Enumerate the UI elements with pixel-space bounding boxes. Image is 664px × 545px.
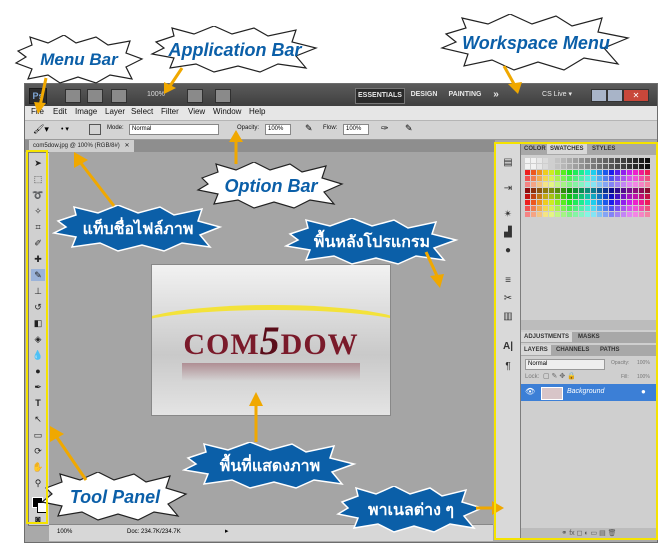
- menu-help[interactable]: Help: [249, 107, 265, 116]
- flow-field[interactable]: 100%: [343, 124, 369, 135]
- callout-workspace-menu: Workspace Menu: [440, 14, 632, 72]
- document-logo: COM5DOW: [152, 317, 390, 364]
- pressure-opacity-icon[interactable]: ✎: [305, 123, 313, 134]
- menu-layer[interactable]: Layer: [105, 107, 125, 116]
- arrow-tool-panel: [50, 426, 88, 481]
- close-button[interactable]: ✕: [623, 89, 649, 102]
- pressure-size-icon[interactable]: ✎: [405, 123, 413, 134]
- launch-bridge-icon[interactable]: [65, 89, 81, 103]
- callout-file-tab: แท็บชื่อไฟล์ภาพ: [52, 205, 224, 253]
- document-tab-label: com5dow.jpg @ 100% (RGB/8#): [33, 143, 120, 149]
- arrow-file-tab: [74, 152, 116, 207]
- callout-option-bar-text: Option Bar: [224, 175, 318, 196]
- arrow-display-area: [249, 392, 263, 442]
- logo-reflection: [182, 363, 360, 381]
- status-menu-icon[interactable]: ▸: [225, 527, 229, 535]
- menu-window[interactable]: Window: [213, 107, 241, 116]
- logo-text-dow: DOW: [280, 328, 359, 361]
- logo-text-5: 5: [259, 318, 281, 363]
- callout-display-area-text: พื้นที่แสดงภาพ: [219, 457, 321, 475]
- workspace-design[interactable]: DESIGN: [407, 88, 441, 102]
- mode-label: Mode:: [107, 125, 124, 131]
- menu-view[interactable]: View: [188, 107, 205, 116]
- status-zoom[interactable]: 100%: [57, 529, 72, 535]
- mini-bridge-icon[interactable]: [87, 89, 103, 103]
- callout-display-area: พื้นที่แสดงภาพ: [182, 442, 358, 490]
- menu-filter[interactable]: Filter: [161, 107, 179, 116]
- workspace-essentials[interactable]: ESSENTIALS: [355, 88, 405, 104]
- brush-size-picker[interactable]: • ▾: [61, 124, 83, 135]
- close-tab-icon[interactable]: ✕: [124, 143, 129, 149]
- view-extras-icon[interactable]: [111, 89, 127, 103]
- opacity-field[interactable]: 100%: [265, 124, 291, 135]
- arrow-menu-bar: [34, 77, 48, 114]
- callout-panels-text: พาเนลต่าง ๆ: [368, 501, 454, 519]
- callout-tool-panel-text: Tool Panel: [69, 486, 161, 507]
- screen-mode-icon[interactable]: [215, 89, 231, 103]
- brush-preset-icon[interactable]: 🖌▾: [33, 124, 53, 135]
- document-image: COM5DOW: [151, 264, 391, 416]
- callout-option-bar: Option Bar: [196, 162, 346, 210]
- callout-workspace-menu-text: Workspace Menu: [462, 32, 610, 53]
- status-doc-size: Doc: 234.7K/234.7K: [127, 529, 181, 535]
- arrow-app-background: [424, 251, 444, 288]
- arrow-workspace-menu: [502, 65, 522, 94]
- maximize-button[interactable]: [607, 89, 623, 102]
- mode-select[interactable]: Normal: [129, 124, 219, 135]
- flow-label: Flow:: [323, 125, 338, 131]
- menu-select[interactable]: Select: [131, 107, 153, 116]
- arrow-option-bar: [229, 130, 243, 164]
- workspace-painting[interactable]: PAINTING: [445, 88, 485, 102]
- callout-file-tab-text: แท็บชื่อไฟล์ภาพ: [82, 220, 194, 238]
- callout-menu-bar-text: Menu Bar: [40, 50, 118, 69]
- application-bar: Ps 100% ESSENTIALS DESIGN PAINTING » CS …: [25, 84, 657, 106]
- callout-panels: พาเนลต่าง ๆ: [336, 486, 486, 534]
- cs-live-button[interactable]: CS Live ▾: [535, 88, 579, 102]
- minimize-button[interactable]: [591, 89, 607, 102]
- menu-bar: File Edit Image Layer Select Filter View…: [25, 106, 657, 121]
- callout-application-bar-text: Application Bar: [168, 39, 302, 60]
- highlight-tool-panel: [26, 150, 48, 524]
- highlight-panels: [494, 142, 658, 540]
- arrow-application-bar: [164, 67, 184, 94]
- option-bar: 🖌▾ • ▾ Mode: Normal Opacity: 100% ✎ Flow…: [25, 121, 657, 140]
- brush-panel-toggle-icon[interactable]: [89, 124, 101, 135]
- logo-text-com: COM: [183, 328, 260, 361]
- airbrush-icon[interactable]: ✑: [381, 123, 389, 134]
- callout-app-background-text: พื้นหลังโปรแกรม: [313, 233, 431, 251]
- menu-image[interactable]: Image: [75, 107, 97, 116]
